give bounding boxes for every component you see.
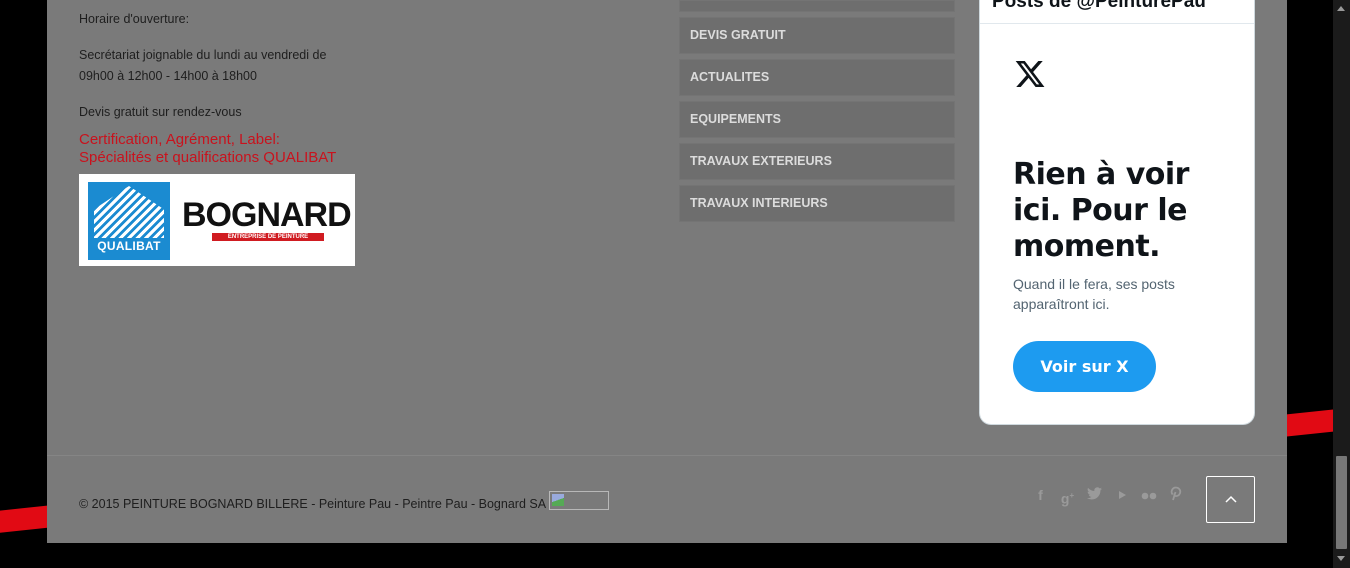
- qualibat-emblem: [94, 186, 164, 238]
- chevron-up-icon: [1225, 495, 1237, 503]
- bognard-logo-text: BOGNARD: [182, 196, 352, 234]
- youtube-icon[interactable]: [1112, 486, 1131, 505]
- qualibat-label: QUALIBAT: [97, 239, 161, 253]
- pinterest-icon[interactable]: [1166, 486, 1185, 505]
- footer-menu: DEVIS GRATUIT ACTUALITES EQUIPEMENTS TRA…: [679, 0, 955, 227]
- twitter-empty-subtext: Quand il le fera, ses posts apparaîtront…: [1013, 276, 1175, 312]
- x-logo-icon[interactable]: [1013, 58, 1047, 90]
- free-quote-text: Devis gratuit sur rendez-vous: [79, 105, 242, 119]
- broken-image-icon: [549, 491, 610, 510]
- facebook-icon[interactable]: f: [1031, 486, 1050, 505]
- copyright-text: © 2015 PEINTURE BOGNARD BILLERE - Peintu…: [79, 496, 547, 511]
- twitter-widget-header: Posts de @PeinturePau: [980, 0, 1254, 24]
- view-on-x-button[interactable]: Voir sur X: [1013, 341, 1156, 392]
- qualibat-bognard-logo[interactable]: QUALIBAT BOGNARD ENTREPRISE DE PEINTURE: [79, 174, 355, 266]
- back-to-top-button[interactable]: [1206, 476, 1255, 523]
- opening-hours-text: Secrétariat joignable du lundi au vendre…: [79, 45, 399, 87]
- bognard-logo-subtitle: ENTREPRISE DE PEINTURE: [212, 233, 324, 241]
- social-links: f g+: [1031, 486, 1185, 507]
- menu-item-equipements[interactable]: EQUIPEMENTS: [679, 101, 955, 138]
- opening-hours-line-2: 09h00 à 12h00 - 14h00 à 18h00: [79, 69, 257, 83]
- page-scrollbar[interactable]: [1333, 0, 1350, 568]
- menu-item-travaux-interieurs[interactable]: TRAVAUX INTERIEURS: [679, 185, 955, 222]
- opening-hours-title: Horaire d'ouverture:: [79, 12, 190, 26]
- menu-item-devis-gratuit[interactable]: DEVIS GRATUIT: [679, 17, 955, 54]
- twitter-empty-heading: Rien à voir ici. Pour le moment.: [1013, 157, 1189, 264]
- twitter-widget-title[interactable]: Posts de @PeinturePau: [992, 0, 1206, 13]
- certification-title: Certification, Agrément, Label: Spéciali…: [79, 131, 399, 167]
- footer-divider: [47, 455, 1287, 456]
- contact-column: Horaire d'ouverture: Secrétariat joignab…: [79, 0, 399, 266]
- scrollbar-thumb[interactable]: [1336, 456, 1347, 549]
- footer-widgets-area: Horaire d'ouverture: Secrétariat joignab…: [47, 0, 1287, 543]
- twitter-icon[interactable]: [1085, 486, 1104, 505]
- menu-item-actualites[interactable]: ACTUALITES: [679, 59, 955, 96]
- certification-line-2: Spécialités et qualifications QUALIBAT: [79, 149, 337, 166]
- google-plus-icon[interactable]: g+: [1058, 486, 1077, 507]
- menu-item-travaux-exterieurs[interactable]: TRAVAUX EXTERIEURS: [679, 143, 955, 180]
- qualibat-logo: QUALIBAT: [88, 182, 170, 260]
- scroll-down-arrow-icon[interactable]: [1337, 556, 1345, 561]
- flickr-icon[interactable]: [1139, 486, 1158, 505]
- opening-hours-line-1: Secrétariat joignable du lundi au vendre…: [79, 48, 327, 62]
- scroll-up-arrow-icon[interactable]: [1337, 6, 1345, 11]
- twitter-timeline-widget: Posts de @PeinturePau Rien à voir ici. P…: [979, 0, 1255, 425]
- copyright: © 2015 PEINTURE BOGNARD BILLERE - Peintu…: [79, 491, 610, 513]
- menu-item-partial[interactable]: [679, 0, 955, 12]
- certification-line-1: Certification, Agrément, Label:: [79, 131, 280, 148]
